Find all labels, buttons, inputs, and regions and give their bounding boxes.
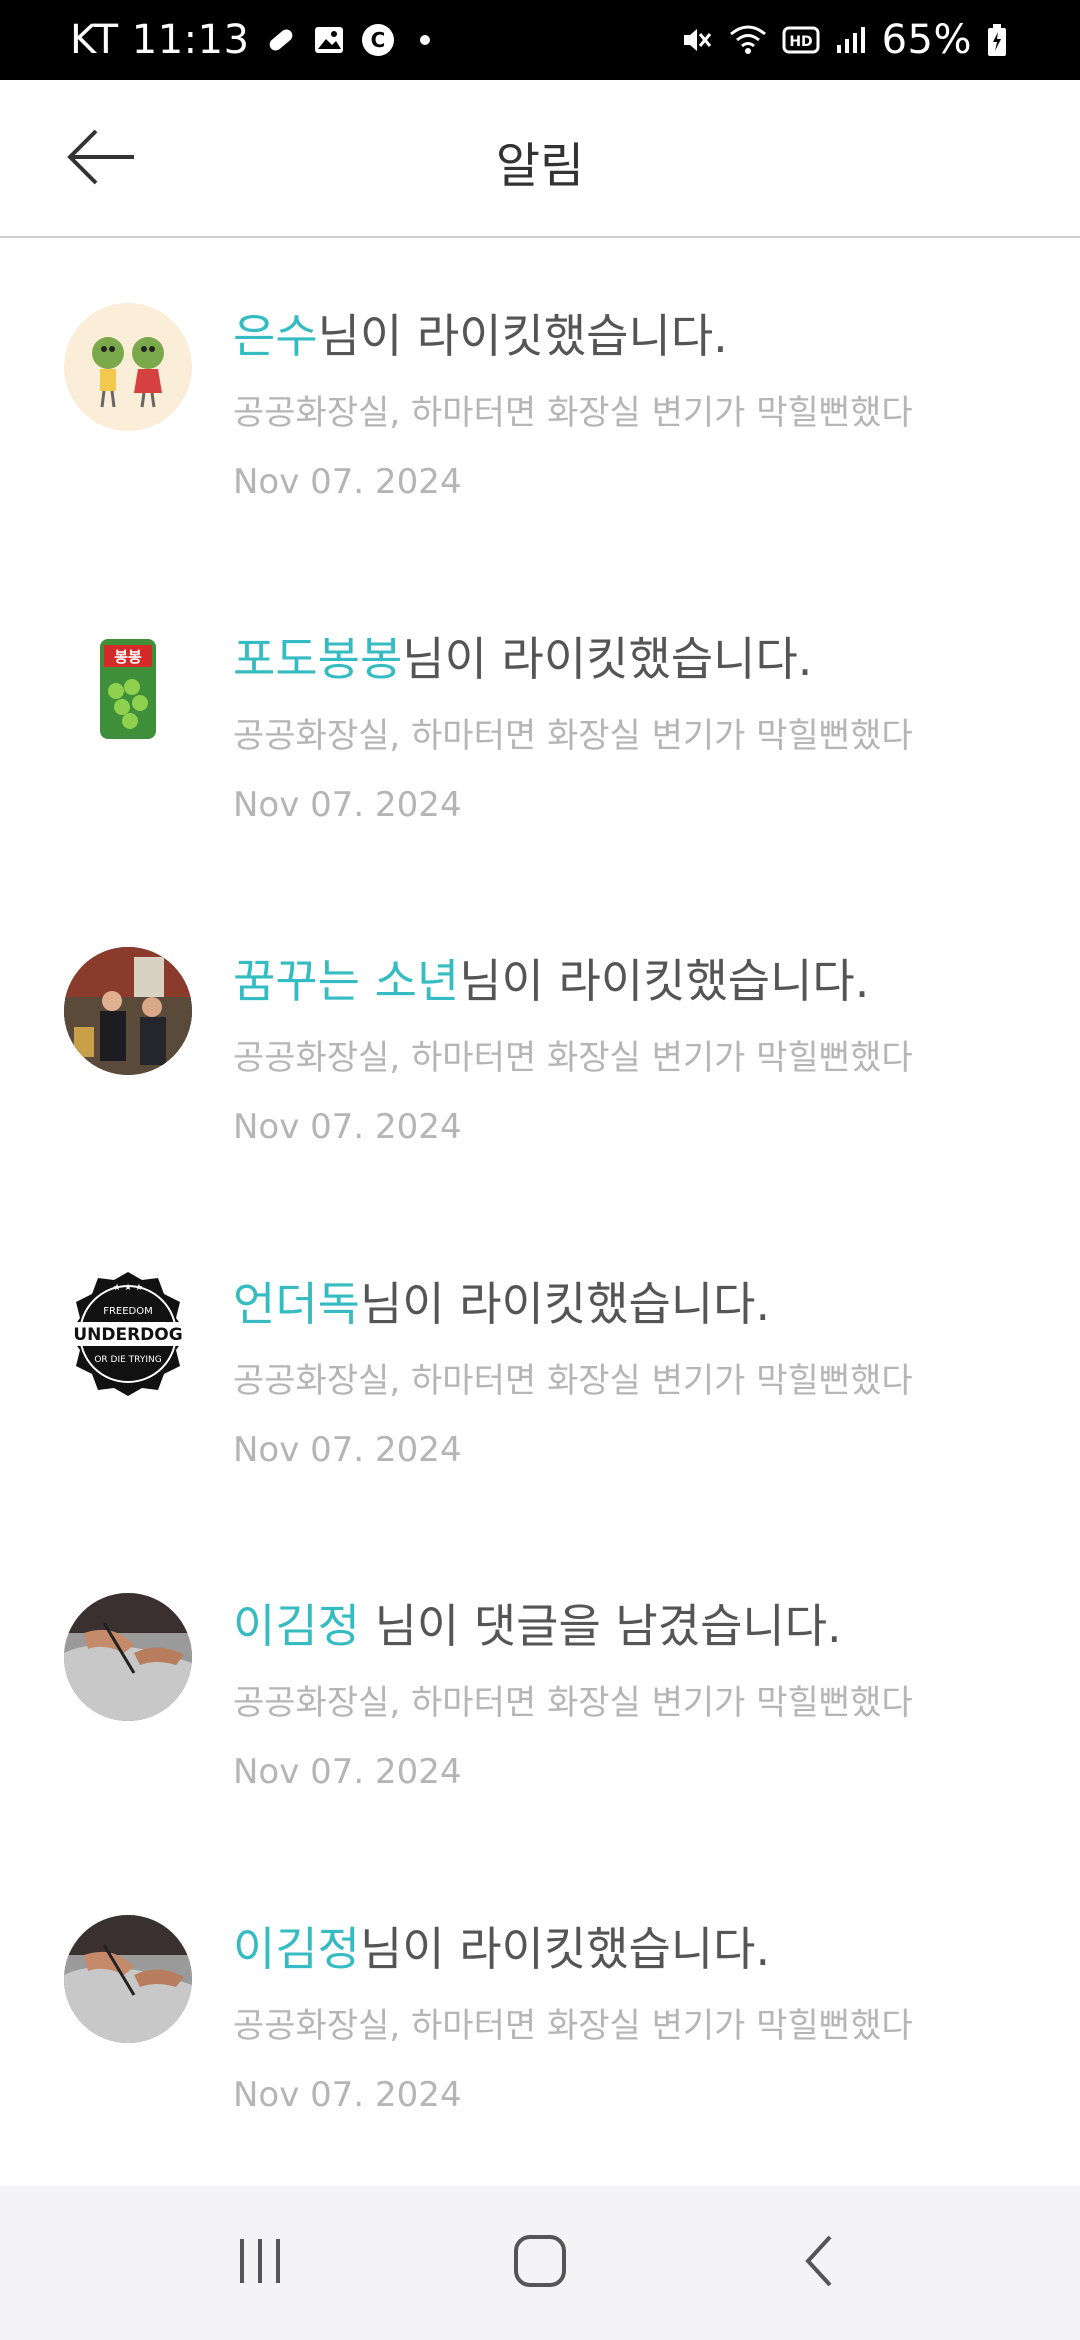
post-title: 공공화장실, 하마터면 화장실 변기가 막힐뻔했다 — [233, 1683, 913, 1723]
user-name-link[interactable]: 은수 — [233, 309, 318, 363]
notification-date: Nov 07. 2024 — [233, 1107, 462, 1147]
pill-icon — [264, 23, 298, 57]
people-photo-avatar-icon — [64, 947, 192, 1075]
avatar[interactable]: ★ ★ ★ FREEDOM UNDERDOG OR DIE TRYING — [64, 1270, 192, 1398]
notification-title: 이김정 님이 댓글을 남겼습니다. — [233, 1590, 842, 1656]
notification-date: Nov 07. 2024 — [233, 1430, 462, 1470]
status-right: HD 65% — [678, 17, 1008, 63]
svg-text:★ ★ ★: ★ ★ ★ — [113, 1283, 143, 1293]
status-bar: KT 11:13 C HD 65% — [0, 0, 1080, 80]
grape-can-avatar-icon: 봉봉 — [64, 625, 192, 753]
home-button[interactable] — [480, 2213, 600, 2313]
veggie-couple-avatar-icon — [64, 303, 192, 431]
carrier-time: KT 11:13 — [70, 17, 250, 63]
notification-item[interactable]: ★ ★ ★ FREEDOM UNDERDOG OR DIE TRYING 언더독… — [0, 1215, 1080, 1540]
system-nav-bar — [0, 2186, 1080, 2340]
notification-item[interactable]: 은수님이 라이킷했습니다. 공공화장실, 하마터면 화장실 변기가 막힐뻔했다 … — [0, 240, 1080, 565]
page-title: 알림 — [495, 138, 585, 194]
battery-percent: 65% — [881, 17, 972, 63]
badge-main-text: UNDERDOG — [73, 1325, 182, 1345]
recents-button[interactable] — [200, 2213, 320, 2313]
signal-icon — [834, 23, 868, 57]
notification-item[interactable]: 봉봉 포도봉봉님이 라이킷했습니다. 공공화장실, 하마터면 화장실 변기가 막… — [0, 565, 1080, 890]
user-name-link[interactable]: 포도봉봉 — [233, 632, 402, 686]
image-icon — [312, 23, 346, 57]
user-name-link[interactable]: 언더독 — [233, 1277, 360, 1331]
svg-text:C: C — [370, 28, 385, 52]
battery-icon — [986, 22, 1008, 58]
nav-back-icon — [790, 2231, 850, 2295]
mute-icon — [678, 22, 714, 58]
dot-icon — [410, 25, 440, 55]
notification-date: Nov 07. 2024 — [233, 2075, 462, 2115]
notification-action: 님이 라이킷했습니다. — [459, 954, 870, 1008]
avatar[interactable]: 봉봉 — [64, 625, 192, 753]
badge-bottom-text: OR DIE TRYING — [94, 1355, 161, 1365]
notification-date: Nov 07. 2024 — [233, 462, 462, 502]
notification-title: 은수님이 라이킷했습니다. — [233, 300, 728, 366]
notification-action: 님이 라이킷했습니다. — [402, 632, 813, 686]
notification-item[interactable]: 이김정 님이 댓글을 남겼습니다. 공공화장실, 하마터면 화장실 변기가 막힐… — [0, 1540, 1080, 1865]
hands-photo-avatar-icon — [64, 1915, 192, 2043]
underdog-badge-avatar-icon: ★ ★ ★ FREEDOM UNDERDOG OR DIE TRYING — [68, 1272, 188, 1396]
notification-title: 포도봉봉님이 라이킷했습니다. — [233, 623, 812, 689]
home-icon — [510, 2231, 570, 2295]
nav-back-button[interactable] — [760, 2213, 880, 2313]
post-title: 공공화장실, 하마터면 화장실 변기가 막힐뻔했다 — [233, 2006, 913, 2046]
post-title: 공공화장실, 하마터면 화장실 변기가 막힐뻔했다 — [233, 1361, 913, 1401]
recents-icon — [230, 2231, 290, 2295]
c-badge-icon: C — [360, 22, 396, 58]
notification-date: Nov 07. 2024 — [233, 785, 462, 825]
post-title: 공공화장실, 하마터면 화장실 변기가 막힐뻔했다 — [233, 716, 913, 756]
hands-photo-avatar-icon — [64, 1593, 192, 1721]
user-name-link[interactable]: 이김정 — [233, 1599, 360, 1653]
notification-item[interactable]: 이김정님이 라이킷했습니다. 공공화장실, 하마터면 화장실 변기가 막힐뻔했다… — [0, 1865, 1080, 2190]
post-title: 공공화장실, 하마터면 화장실 변기가 막힐뻔했다 — [233, 1038, 913, 1078]
notification-item[interactable]: 꿈꾸는 소년님이 라이킷했습니다. 공공화장실, 하마터면 화장실 변기가 막힐… — [0, 890, 1080, 1215]
notification-title: 언더독님이 라이킷했습니다. — [233, 1268, 770, 1334]
notification-action: 님이 댓글을 남겼습니다. — [359, 1599, 842, 1653]
svg-text:봉봉: 봉봉 — [114, 648, 142, 666]
user-name-link[interactable]: 이김정 — [233, 1922, 360, 1976]
svg-text:HD: HD — [789, 34, 812, 50]
notification-title: 꿈꾸는 소년님이 라이킷했습니다. — [233, 945, 869, 1011]
badge-top-text: FREEDOM — [103, 1306, 153, 1317]
status-left: KT 11:13 C — [70, 17, 440, 63]
notification-list: 은수님이 라이킷했습니다. 공공화장실, 하마터면 화장실 변기가 막힐뻔했다 … — [0, 240, 1080, 2190]
avatar[interactable] — [64, 947, 192, 1075]
avatar[interactable] — [64, 1593, 192, 1721]
notification-action: 님이 라이킷했습니다. — [317, 309, 728, 363]
post-title: 공공화장실, 하마터면 화장실 변기가 막힐뻔했다 — [233, 393, 913, 433]
avatar[interactable] — [64, 303, 192, 431]
avatar[interactable] — [64, 1915, 192, 2043]
notification-action: 님이 라이킷했습니다. — [359, 1922, 771, 1976]
notification-action: 님이 라이킷했습니다. — [359, 1277, 771, 1331]
app-bar: 알림 — [0, 80, 1080, 238]
hd-icon: HD — [782, 25, 820, 55]
wifi-icon — [728, 22, 768, 58]
notification-title: 이김정님이 라이킷했습니다. — [233, 1913, 770, 1979]
notification-date: Nov 07. 2024 — [233, 1752, 462, 1792]
user-name-link[interactable]: 꿈꾸는 소년 — [233, 954, 459, 1008]
